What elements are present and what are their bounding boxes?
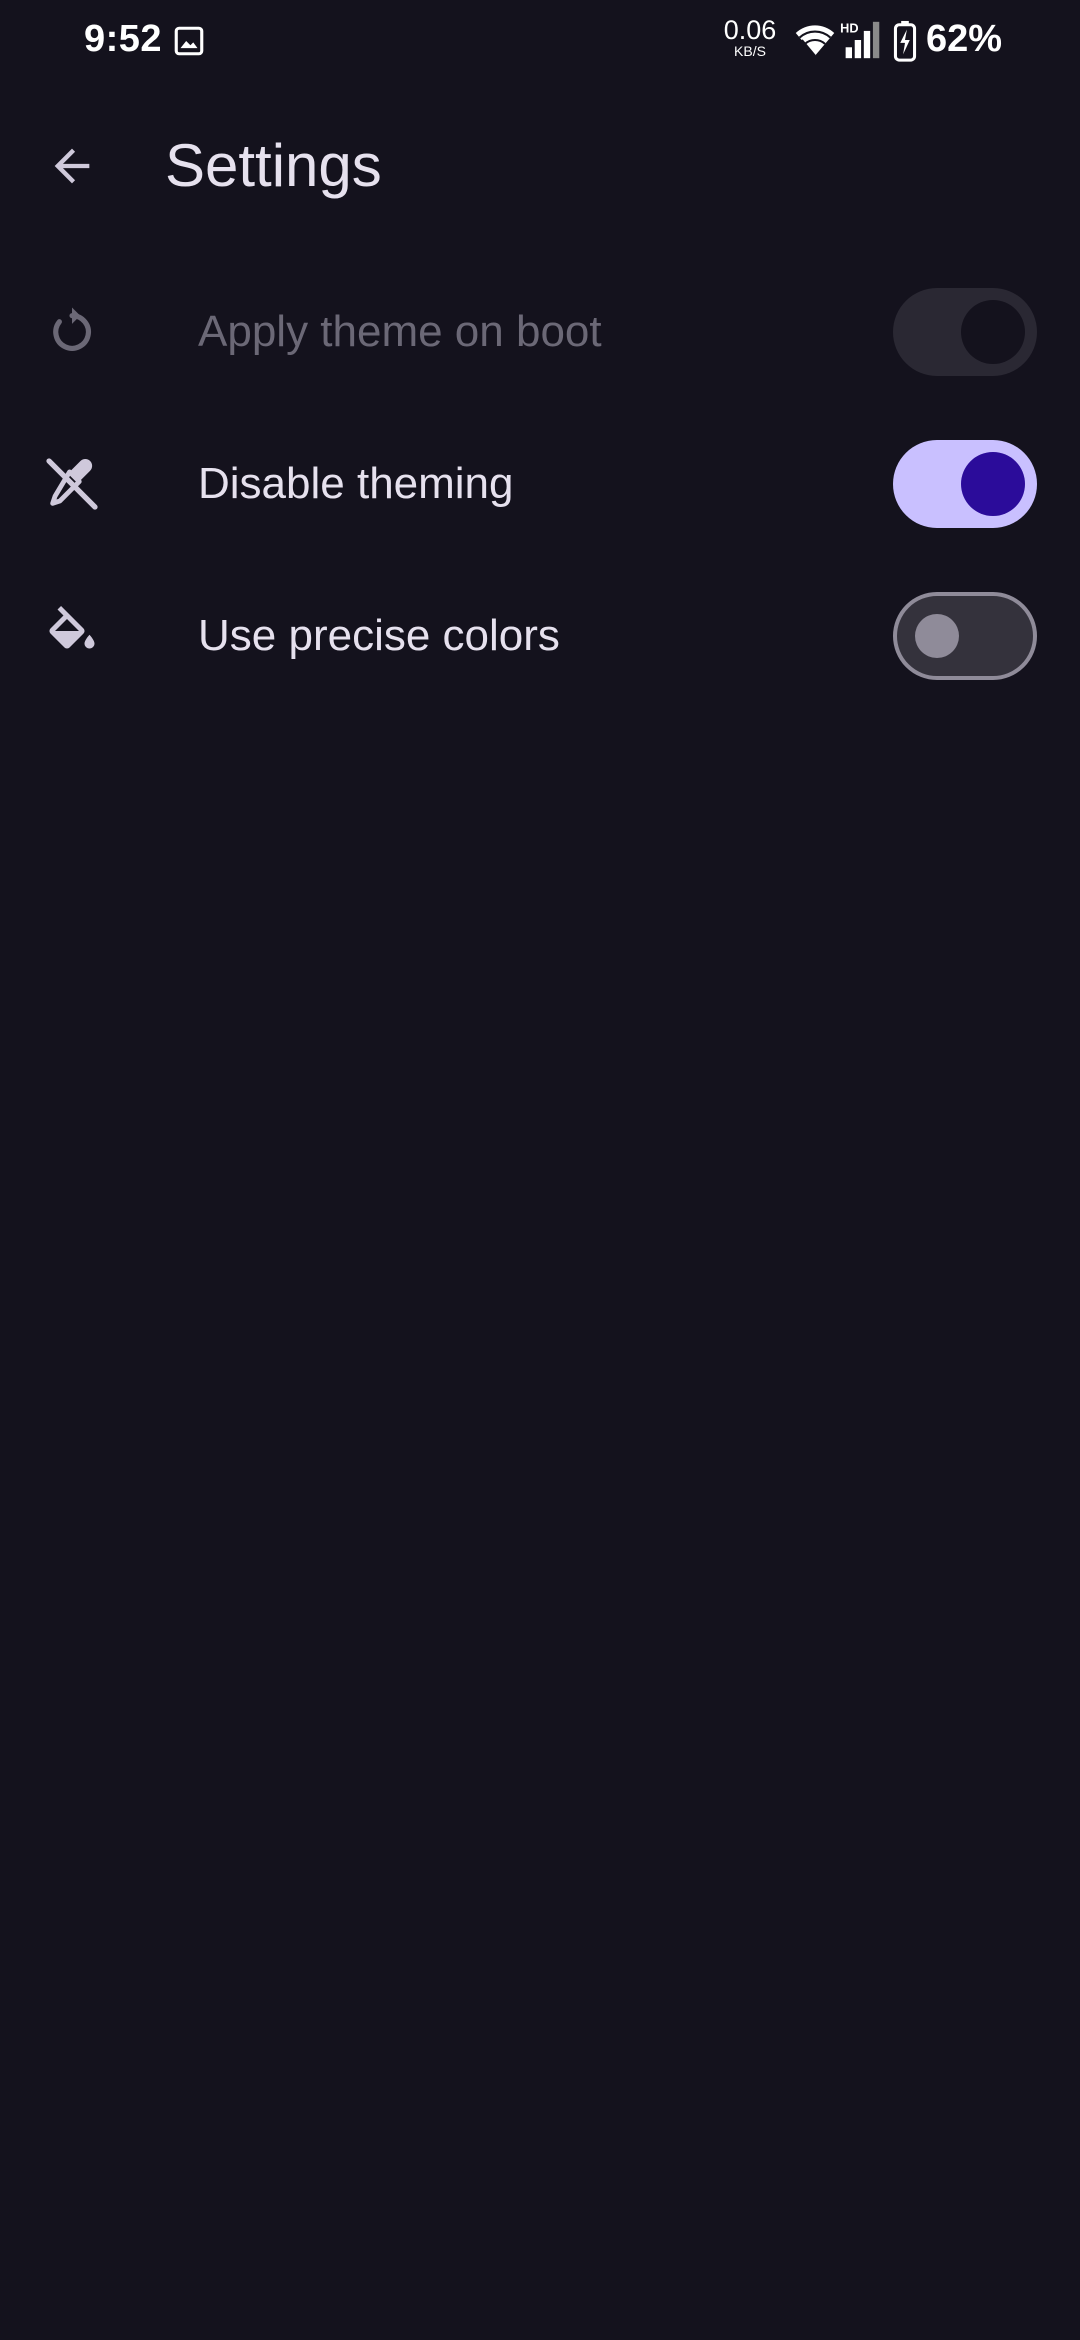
arrow-back-icon [54,148,90,184]
setting-label: Disable theming [198,459,514,508]
disable-theming-switch[interactable] [893,440,1037,528]
setting-apply-theme-on-boot: Apply theme on boot [0,256,1080,408]
setting-label: Use precise colors [198,611,560,660]
network-hd-badge: HD [840,21,858,36]
refresh-icon [42,302,102,362]
setting-disable-theming[interactable]: Disable theming [0,408,1080,560]
battery-percent: 62% [926,18,1003,60]
setting-label: Apply theme on boot [198,307,602,356]
switch-thumb [961,300,1025,364]
battery-charging-icon [893,20,917,62]
apply-theme-on-boot-switch [893,288,1037,376]
network-speed-unit: KB/S [734,43,766,59]
cellular-signal-icon: HD [840,21,880,59]
setting-use-precise-colors[interactable]: Use precise colors [0,560,1080,712]
network-speed-value: 0.06 [723,15,777,45]
format-color-fill-icon [42,606,102,666]
format-color-reset-icon [42,454,102,514]
page-title: Settings [165,132,382,199]
top-app-bar: Settings [0,100,1080,232]
settings-list: Apply theme on boot Disable theming Use … [0,256,1080,712]
back-button[interactable] [36,130,108,202]
status-time: 9:52 [84,18,163,60]
gallery-notification-icon [174,26,204,56]
use-precise-colors-switch[interactable] [893,592,1037,680]
switch-thumb [961,452,1025,516]
network-speed: 0.06 KB/S [718,16,782,58]
switch-thumb [915,614,959,658]
wifi-icon [795,25,835,57]
status-bar: 9:52 0.06 KB/S HD 62% [0,0,1080,84]
